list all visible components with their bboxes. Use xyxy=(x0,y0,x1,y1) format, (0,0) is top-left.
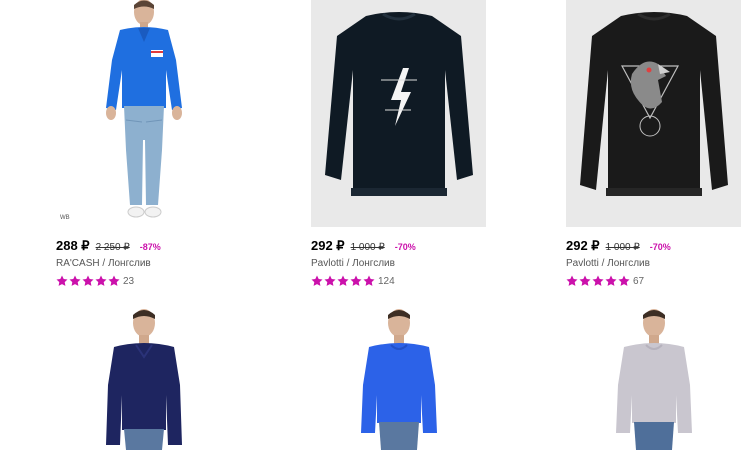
product-photo[interactable] xyxy=(566,0,741,227)
old-price: 2 250 ₽ xyxy=(95,242,130,253)
model-in-blue-polo-icon xyxy=(106,0,182,218)
review-count: 124 xyxy=(378,275,395,287)
black-longsleeve-raven-icon xyxy=(580,12,728,196)
review-count: 23 xyxy=(123,275,135,287)
star-icon xyxy=(324,275,336,287)
star-icon xyxy=(566,275,578,287)
star-icon xyxy=(605,275,617,287)
navy-longsleeve-model-icon xyxy=(106,309,182,450)
product-photo[interactable] xyxy=(56,305,231,450)
current-price: 292 ₽ xyxy=(311,238,345,253)
current-price: 292 ₽ xyxy=(566,238,600,253)
rating-stars xyxy=(56,275,120,287)
wb-watermark: WB xyxy=(60,215,70,221)
rating-stars xyxy=(566,275,630,287)
discount-badge: -70% xyxy=(649,242,671,252)
rating-stars xyxy=(311,275,375,287)
rating: 124 xyxy=(311,274,496,288)
star-icon xyxy=(350,275,362,287)
review-count: 67 xyxy=(633,275,645,287)
star-icon xyxy=(363,275,375,287)
old-price: 1 000 ₽ xyxy=(605,242,640,253)
star-icon xyxy=(311,275,323,287)
brand-name[interactable]: Pavlotti / Лонгслив xyxy=(566,257,741,271)
star-icon xyxy=(108,275,120,287)
rating: 67 xyxy=(566,274,741,288)
old-price: 1 000 ₽ xyxy=(350,242,385,253)
gray-longsleeve-model-icon xyxy=(616,309,692,450)
star-icon xyxy=(592,275,604,287)
star-icon xyxy=(337,275,349,287)
product-photo[interactable] xyxy=(566,305,741,450)
product-photo[interactable]: WB xyxy=(56,0,231,227)
star-icon xyxy=(618,275,630,287)
star-icon xyxy=(95,275,107,287)
blue-longsleeve-model-icon xyxy=(361,309,437,450)
product-photo[interactable] xyxy=(311,305,486,450)
star-icon xyxy=(579,275,591,287)
star-icon xyxy=(69,275,81,287)
discount-badge: -87% xyxy=(139,242,161,252)
rating: 23 xyxy=(56,274,241,288)
star-icon xyxy=(82,275,94,287)
brand-name[interactable]: RA'CASH / Лонгслив xyxy=(56,257,241,271)
black-longsleeve-lightning-icon xyxy=(325,12,473,196)
discount-badge: -70% xyxy=(394,242,416,252)
product-photo[interactable] xyxy=(311,0,486,227)
star-icon xyxy=(56,275,68,287)
current-price: 288 ₽ xyxy=(56,238,90,253)
brand-name[interactable]: Pavlotti / Лонгслив xyxy=(311,257,496,271)
